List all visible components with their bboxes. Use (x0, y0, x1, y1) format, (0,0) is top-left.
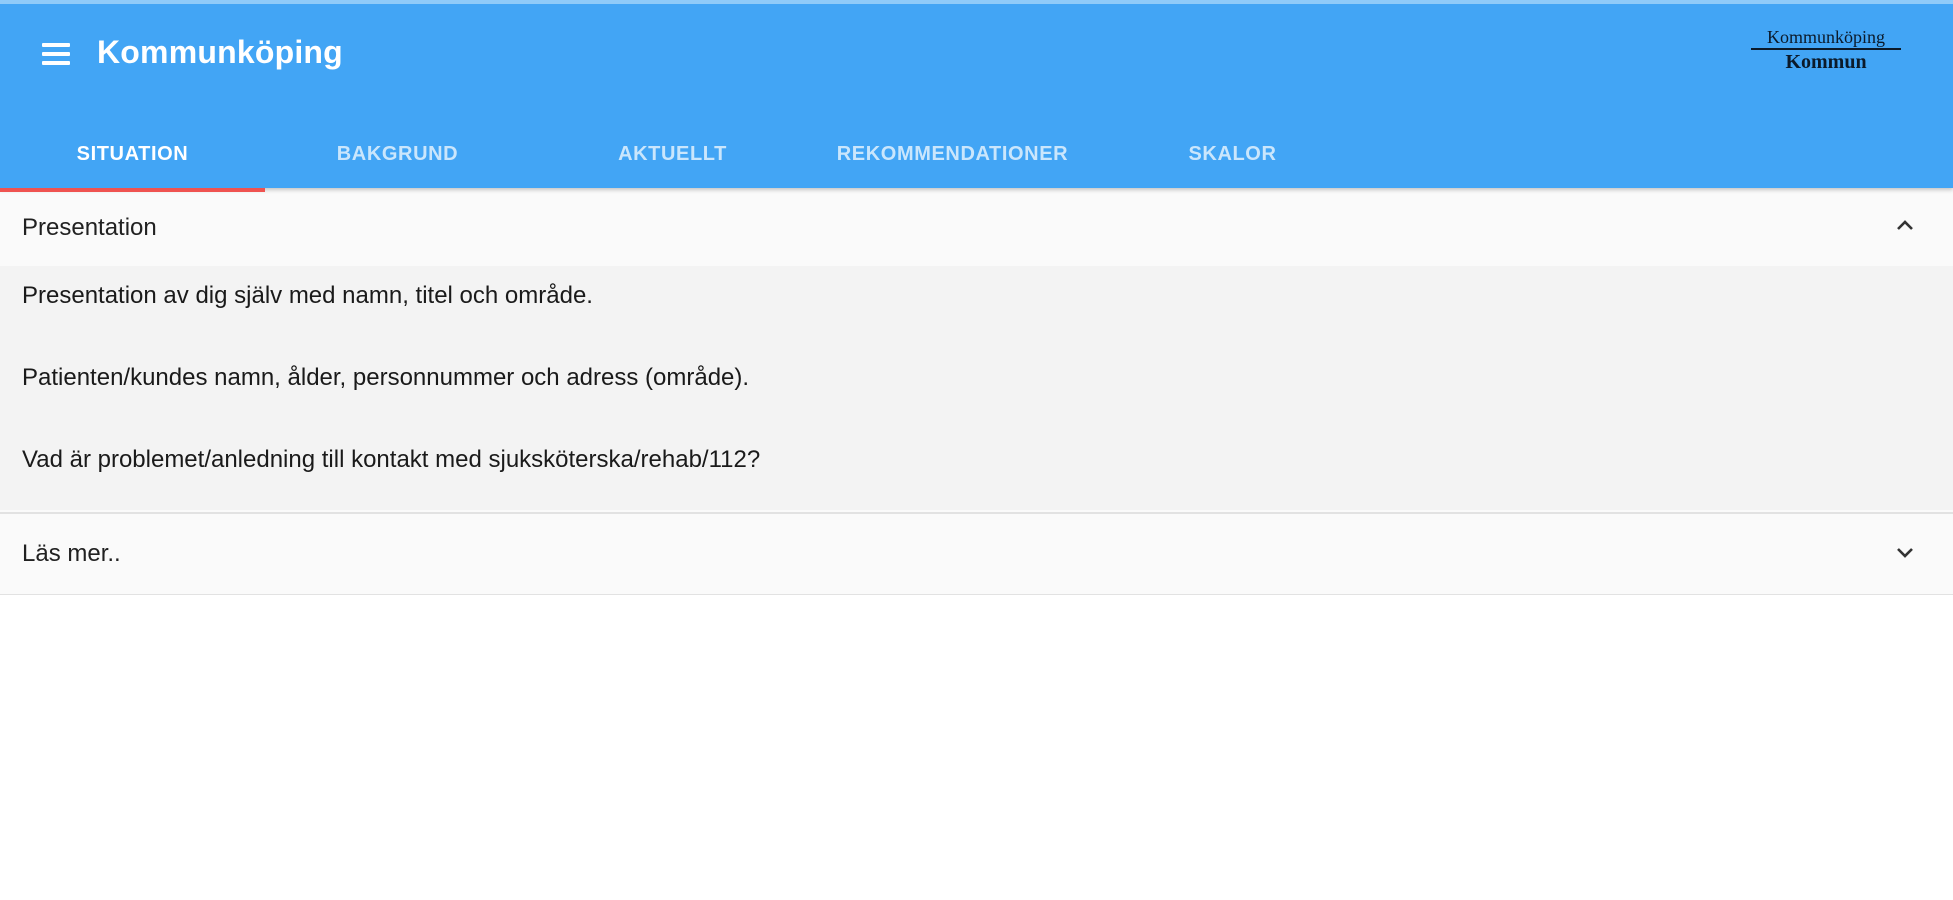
read-more-panel: Läs mer.. (0, 513, 1953, 595)
paragraph-patient-details: Patienten/kundes namn, ålder, personnumm… (22, 364, 750, 391)
toolbar: Kommunköping Kommunköping Kommun (0, 4, 1953, 104)
tab-rekommendationer[interactable]: REKOMMENDATIONER (820, 116, 1085, 192)
paragraph-problem-reason: Vad är problemet/anledning till kontakt … (22, 446, 761, 473)
municipality-logo: Kommunköping Kommun (1751, 28, 1901, 78)
logo-line-1: Kommunköping (1751, 28, 1901, 50)
presentation-panel-title: Presentation (22, 214, 157, 241)
app-title: Kommunköping (97, 34, 343, 70)
tab-bakgrund[interactable]: BAKGRUND (265, 116, 530, 192)
logo-line-2: Kommun (1785, 51, 1867, 73)
tab-aktuellt[interactable]: AKTUELLT (540, 116, 805, 192)
tab-bar: SITUATION BAKGRUND AKTUELLT REKOMMENDATI… (0, 116, 1953, 192)
read-more-panel-header[interactable]: Läs mer.. (0, 514, 1953, 592)
paragraph-presentation-self: Presentation av dig själv med namn, tite… (22, 282, 593, 309)
active-tab-indicator (0, 188, 265, 192)
tab-skalor[interactable]: SKALOR (1100, 116, 1365, 192)
presentation-panel-header[interactable]: Presentation (0, 188, 1953, 266)
chevron-down-icon[interactable] (1893, 540, 1917, 564)
chevron-up-icon[interactable] (1893, 214, 1917, 238)
app-bar: Kommunköping Kommunköping Kommun SITUATI… (0, 0, 1953, 192)
presentation-panel-body: Presentation av dig själv med namn, tite… (0, 266, 1953, 510)
menu-icon[interactable] (34, 36, 78, 72)
read-more-panel-title: Läs mer.. (22, 540, 121, 567)
presentation-panel: Presentation Presentation av dig själv m… (0, 188, 1953, 513)
tab-situation[interactable]: SITUATION (0, 116, 265, 192)
